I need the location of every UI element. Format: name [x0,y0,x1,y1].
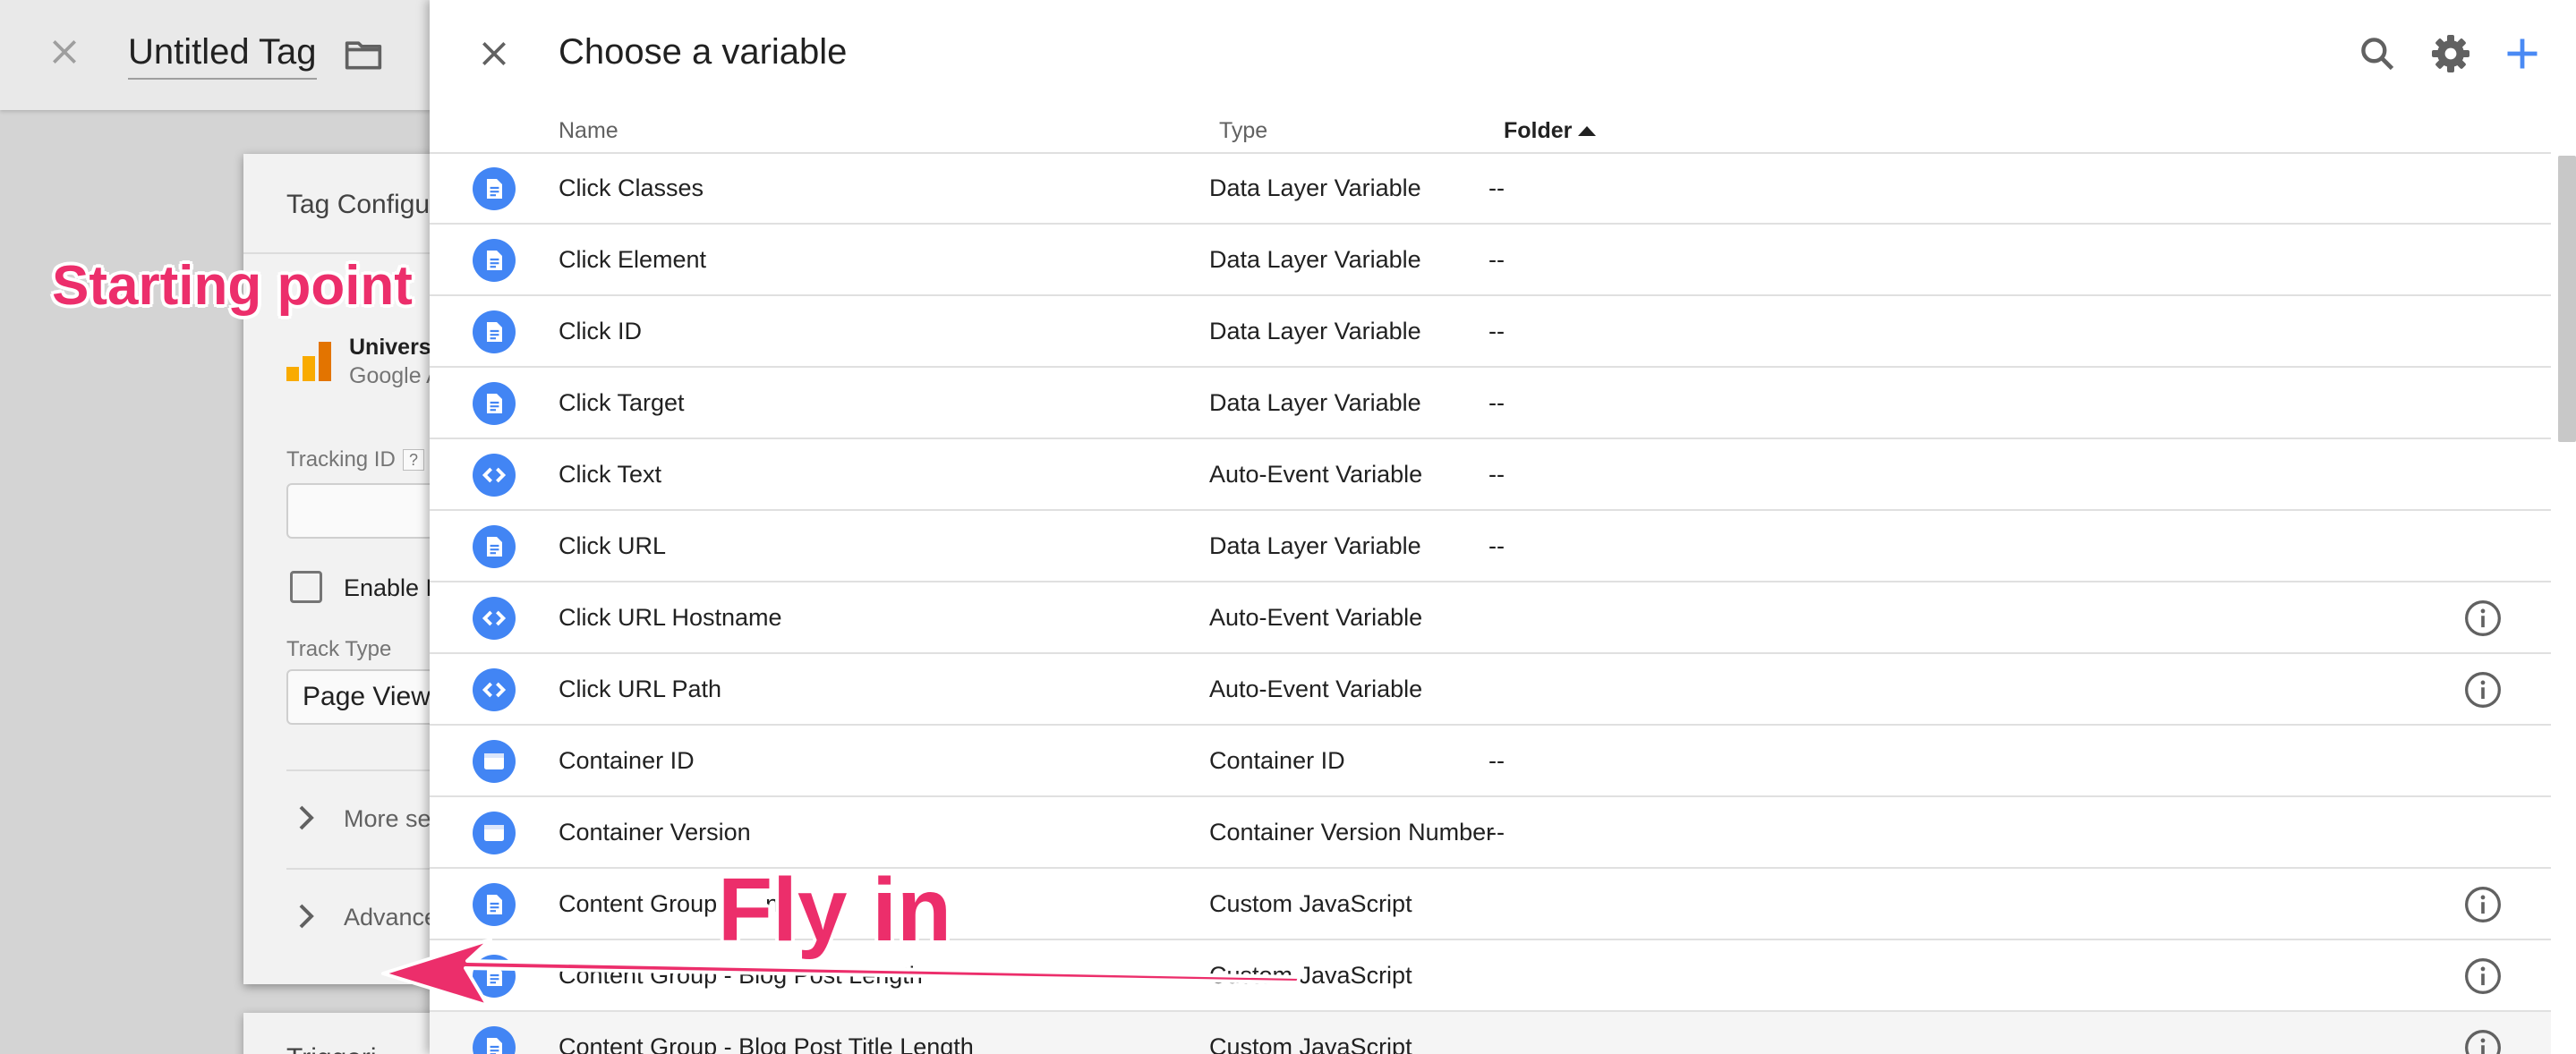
variable-type: Auto-Event Variable [1209,676,1423,702]
variable-row[interactable]: Click ID Data Layer Variable -- [430,296,2551,368]
data-layer-icon [473,239,516,282]
variable-type: Container ID [1209,747,1345,774]
variable-name: Container ID [559,747,695,774]
variable-name: Content Group - Blog Post Title Length [559,1033,974,1054]
variable-row[interactable]: Click URL Hostname Auto-Event Variable [430,582,2551,654]
panel-title: Choose a variable [559,32,848,72]
variable-name: Click URL [559,532,667,559]
help-icon[interactable]: ? [403,449,424,471]
variable-folder: -- [1488,389,1505,416]
variable-type: Custom JavaScript [1209,1033,1412,1054]
variable-row[interactable]: Container Version Container Version Numbe… [430,797,2551,869]
data-layer-icon [473,525,516,568]
variable-type: Data Layer Variable [1209,389,1421,416]
add-icon[interactable] [2503,34,2542,73]
variable-name: Click Element [559,246,707,273]
column-header-name[interactable]: Name [559,118,618,144]
google-analytics-logo [286,342,331,381]
close-icon[interactable] [476,36,512,72]
variable-type: Custom JavaScript [1209,890,1412,917]
annotation-starting-point: Starting point [52,255,413,317]
info-icon[interactable] [2463,1028,2503,1054]
variable-row[interactable]: Content Group - Blog Post Title Length Cu… [430,1012,2551,1054]
variable-folder: -- [1488,246,1505,273]
data-layer-icon [473,883,516,926]
advanced-settings-toggle[interactable]: Advance [344,904,438,931]
close-icon[interactable] [47,34,82,70]
auto-event-icon [473,668,516,711]
data-layer-icon [473,167,516,210]
tracking-id-label: Tracking ID [286,447,396,472]
chevron-right-icon[interactable] [297,904,315,929]
variable-name: Click ID [559,318,642,344]
variable-name: Click Target [559,389,685,416]
data-layer-icon [473,955,516,998]
variable-row[interactable]: Click Text Auto-Event Variable -- [430,439,2551,511]
variable-row[interactable]: Click URL Data Layer Variable -- [430,511,2551,582]
info-icon[interactable] [2463,885,2503,924]
info-icon[interactable] [2463,599,2503,638]
more-settings-toggle[interactable]: More se [344,805,431,833]
data-layer-icon [473,382,516,425]
sort-ascending-icon[interactable] [1577,124,1597,137]
tag-name-field[interactable]: Untitled Tag [128,32,317,80]
auto-event-icon [473,454,516,497]
column-header-folder[interactable]: Folder [1504,118,1572,144]
data-layer-icon [473,1026,516,1054]
variable-folder: -- [1488,747,1505,774]
search-icon[interactable] [2358,34,2397,73]
variable-name: Container Version [559,819,751,846]
scrollbar[interactable] [2558,156,2576,442]
variable-type: Auto-Event Variable [1209,461,1423,488]
gear-icon[interactable] [2429,32,2472,75]
variable-name: Click URL Hostname [559,604,782,631]
tag-type-subtitle: Google A [349,363,441,388]
variable-name: Click Text [559,461,662,488]
card-title: Tag Configu [286,190,431,219]
variable-folder: -- [1488,819,1505,846]
tag-type-name[interactable]: Univers [349,335,431,361]
variable-type: Data Layer Variable [1209,318,1421,344]
container-icon [473,740,516,783]
data-layer-icon [473,310,516,353]
variable-type: Auto-Event Variable [1209,604,1423,631]
container-icon [473,812,516,854]
folder-icon[interactable] [344,38,383,72]
variable-name: Click Classes [559,174,704,201]
variable-row[interactable]: Container ID Container ID -- [430,726,2551,797]
variable-folder: -- [1488,318,1505,344]
chevron-right-icon[interactable] [297,805,315,830]
enable-debug-checkbox[interactable] [290,571,322,603]
info-icon[interactable] [2463,956,2503,996]
variable-folder: -- [1488,532,1505,559]
triggering-card-title: Triggeri [286,1043,377,1054]
track-type-label: Track Type [286,637,392,661]
variable-type: Data Layer Variable [1209,246,1421,273]
variable-row[interactable]: Click Target Data Layer Variable -- [430,368,2551,439]
auto-event-icon [473,597,516,640]
variable-name: Content Group - Blog Post Length [559,962,923,989]
variable-type: Custom JavaScript [1209,962,1412,989]
variable-folder: -- [1488,461,1505,488]
variable-row[interactable]: Click Element Data Layer Variable -- [430,225,2551,296]
variable-row[interactable]: Click Classes Data Layer Variable -- [430,153,2551,225]
variable-type: Data Layer Variable [1209,174,1421,201]
column-header-type[interactable]: Type [1219,118,1267,144]
variable-row[interactable]: Click URL Path Auto-Event Variable [430,654,2551,726]
info-icon[interactable] [2463,670,2503,710]
annotation-fly-in: Fly in [718,860,952,960]
variable-name: Click URL Path [559,676,722,702]
variable-folder: -- [1488,174,1505,201]
variable-type: Data Layer Variable [1209,532,1421,559]
enable-debug-label: Enable D [344,574,444,601]
variable-type: Container Version Number [1209,819,1495,846]
